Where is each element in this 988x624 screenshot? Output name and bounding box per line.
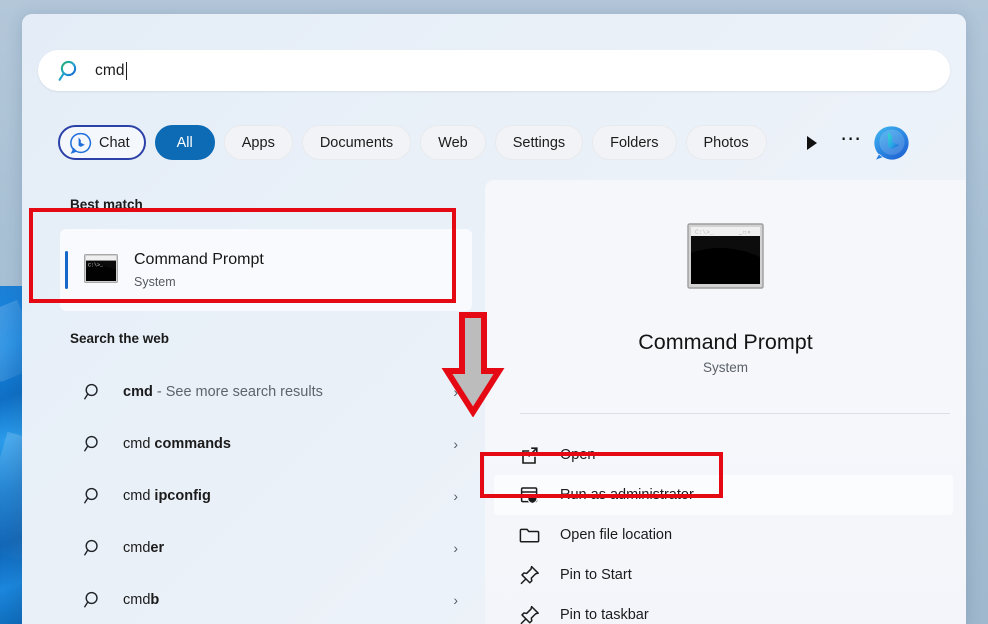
- svg-text:C:\>_: C:\>_: [88, 263, 104, 269]
- filter-chip-row: Chat All Apps Documents Web Settings Fol…: [58, 124, 912, 161]
- open-external-icon: [519, 444, 541, 466]
- chip-photos[interactable]: Photos: [685, 125, 767, 160]
- text-caret: [125, 61, 127, 80]
- web-result-query: cmd: [123, 591, 151, 608]
- action-pin-to-taskbar[interactable]: Pin to taskbar: [494, 595, 953, 624]
- pin-icon: [519, 564, 541, 586]
- web-result-bold: commands: [154, 435, 231, 452]
- preview-app-name: Command Prompt: [638, 330, 813, 354]
- action-run-as-administrator[interactable]: Run as administrator: [494, 475, 953, 515]
- chip-settings[interactable]: Settings: [494, 125, 584, 160]
- action-open-file-location[interactable]: Open file location: [494, 515, 953, 555]
- web-result-suffix: - See more search results: [152, 383, 323, 400]
- chip-photos-label: Photos: [703, 134, 749, 151]
- web-result-query: cmd: [123, 487, 155, 504]
- web-result-bold: b: [150, 591, 160, 608]
- chevron-right-icon: ›: [453, 487, 458, 504]
- folder-icon: [519, 524, 541, 546]
- best-match-heading: Best match: [70, 197, 143, 212]
- chip-apps-label: Apps: [241, 134, 275, 151]
- action-open-label: Open: [560, 447, 596, 463]
- action-run-as-administrator-label: Run as administrator: [560, 487, 694, 503]
- bing-chat-button[interactable]: [872, 125, 912, 161]
- command-prompt-icon: C:\>_ _ □ ×: [687, 223, 764, 289]
- chip-apps[interactable]: Apps: [223, 125, 293, 160]
- chip-documents[interactable]: Documents: [301, 125, 412, 160]
- web-result-row-2[interactable]: cmd commands ›: [60, 420, 472, 467]
- chip-settings-label: Settings: [512, 134, 566, 151]
- search-the-web-heading: Search the web: [70, 331, 170, 346]
- chevron-right-icon: ›: [453, 435, 458, 452]
- action-open[interactable]: Open: [494, 435, 953, 475]
- web-result-bold: ipconfig: [154, 487, 211, 504]
- chip-overflow-controls: ⋯: [792, 125, 912, 161]
- chevron-right-icon: ›: [453, 539, 458, 556]
- best-match-row[interactable]: C:\>_ Command Prompt System: [60, 229, 472, 311]
- search-input-value: cmd: [95, 61, 125, 79]
- action-pin-to-taskbar-label: Pin to taskbar: [560, 607, 649, 623]
- search-icon: [83, 486, 103, 506]
- action-pin-to-start[interactable]: Pin to Start: [494, 555, 953, 595]
- preview-app-kind: System: [702, 360, 748, 375]
- search-input[interactable]: cmd: [38, 50, 950, 91]
- preview-divider: [520, 413, 950, 414]
- web-result-row-4[interactable]: cmder ›: [60, 524, 472, 571]
- web-result-row-1[interactable]: cmd - See more search results ›: [60, 368, 472, 415]
- search-icon: [83, 538, 103, 558]
- chip-web-label: Web: [438, 134, 468, 151]
- web-result-bold: er: [150, 539, 165, 556]
- pin-icon: [519, 604, 541, 624]
- search-icon: [83, 590, 103, 610]
- chip-folders-label: Folders: [610, 134, 659, 151]
- chip-chat[interactable]: Chat: [58, 125, 146, 160]
- chip-all-label: All: [176, 134, 193, 151]
- web-result-row-5[interactable]: cmdb ›: [60, 576, 472, 623]
- search-icon: [57, 58, 83, 84]
- svg-text:C:\>_: C:\>_: [695, 229, 714, 236]
- chip-folders[interactable]: Folders: [592, 125, 677, 160]
- windows-search-flyout: cmd Chat All Apps Documents Web Settings: [22, 14, 966, 624]
- best-match-subtitle: System: [134, 275, 176, 289]
- desktop-wallpaper: [0, 286, 22, 624]
- web-result-query: cmd: [123, 539, 151, 556]
- bing-chat-icon: [70, 132, 92, 154]
- best-match-title: Command Prompt: [134, 251, 264, 268]
- chip-chat-label: Chat: [99, 134, 130, 151]
- more-options-button[interactable]: ⋯: [832, 125, 872, 161]
- web-result-label: cmd - See more search results: [123, 384, 323, 400]
- ellipsis-icon: ⋯: [840, 127, 864, 150]
- web-result-row-3[interactable]: cmd ipconfig ›: [60, 472, 472, 519]
- action-open-file-location-label: Open file location: [560, 527, 673, 543]
- chip-documents-label: Documents: [319, 134, 394, 151]
- chip-web[interactable]: Web: [420, 125, 486, 160]
- play-arrow-icon: [806, 135, 817, 150]
- search-icon: [83, 382, 103, 402]
- svg-text:_ □ ×: _ □ ×: [738, 230, 751, 236]
- bing-chat-icon: [873, 124, 911, 162]
- web-result-label: cmd commands: [123, 436, 231, 452]
- chip-scroll-right-button[interactable]: [792, 125, 832, 161]
- web-result-label: cmd ipconfig: [123, 488, 211, 504]
- selection-indicator: [65, 251, 68, 289]
- chevron-right-icon: ›: [453, 591, 458, 608]
- web-result-label: cmder: [123, 540, 164, 556]
- command-prompt-icon: C:\>_: [84, 254, 118, 283]
- shield-window-icon: [519, 484, 541, 506]
- best-match-text: Command Prompt System: [134, 249, 264, 291]
- web-result-label: cmdb: [123, 592, 159, 608]
- chip-all[interactable]: All: [154, 125, 215, 160]
- web-result-query: cmd: [123, 383, 153, 400]
- web-result-query: cmd: [123, 435, 155, 452]
- app-preview-pane: C:\>_ _ □ × Command Prompt System Open R…: [485, 180, 966, 624]
- chevron-right-icon: ›: [453, 383, 458, 400]
- action-pin-to-start-label: Pin to Start: [560, 567, 632, 583]
- search-icon: [83, 434, 103, 454]
